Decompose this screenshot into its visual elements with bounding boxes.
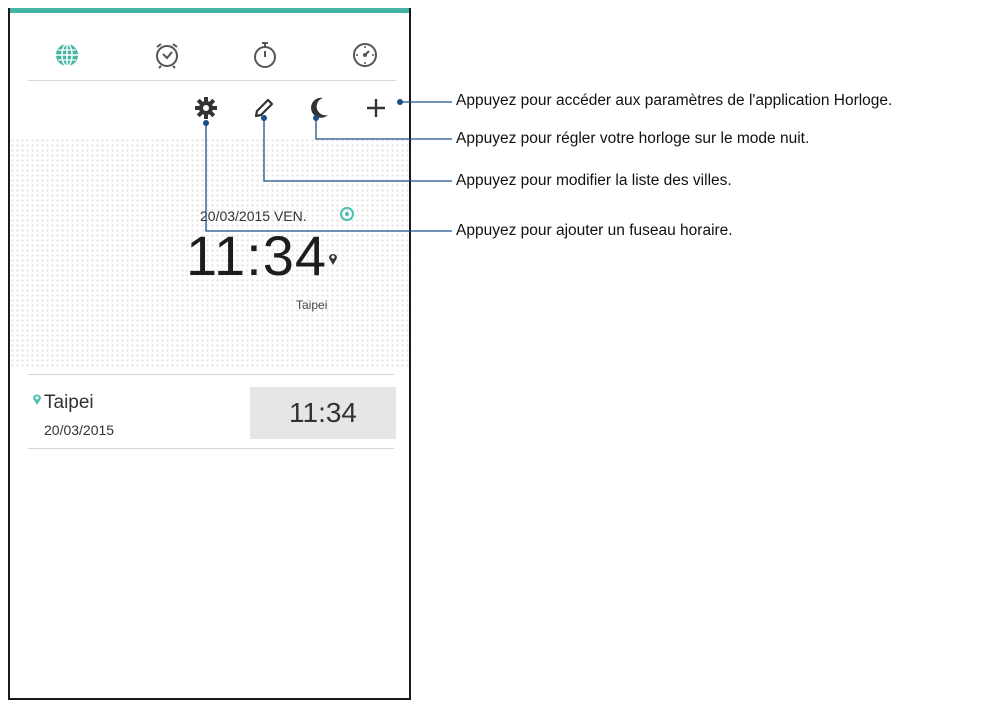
callout-add: Appuyez pour accéder aux paramètres de l… [456, 92, 893, 109]
callout-night-mode: Appuyez pour régler votre horloge sur le… [456, 130, 810, 147]
callout-settings: Appuyez pour ajouter un fuseau horaire. [456, 222, 733, 239]
callout-edit: Appuyez pour modifier la liste des ville… [456, 172, 732, 189]
